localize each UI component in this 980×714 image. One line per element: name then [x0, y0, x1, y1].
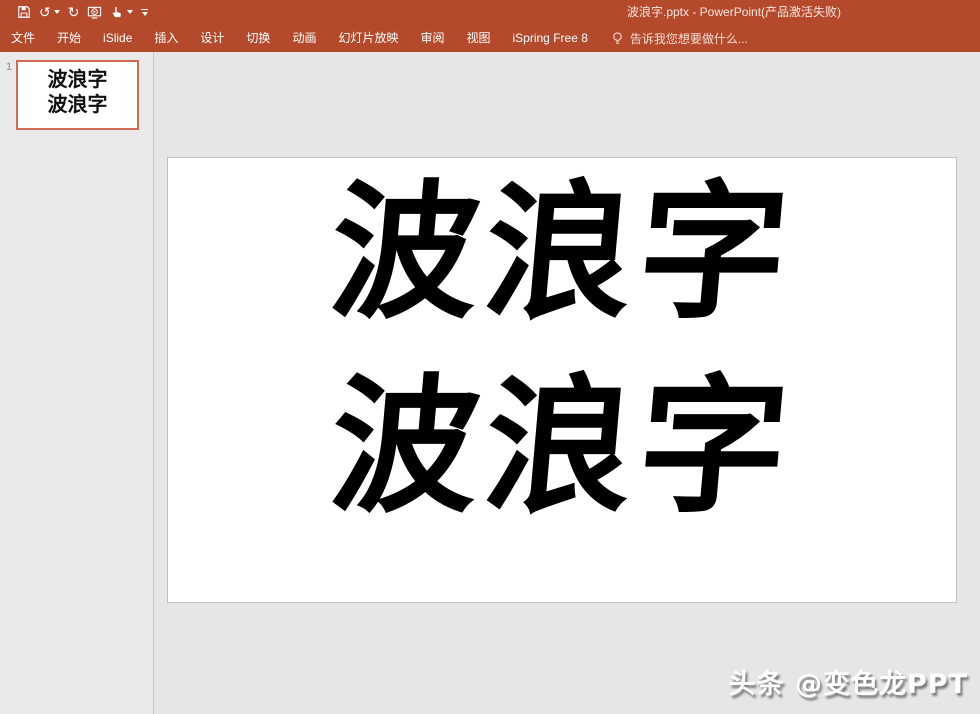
tell-me-label: 告诉我您想要做什么...: [630, 30, 748, 47]
powerpoint-window: ↺ ↻: [0, 0, 980, 714]
ribbon-tab[interactable]: 审阅: [409, 24, 455, 52]
thumbnail-text-line: 波浪字: [18, 92, 137, 117]
quick-access-toolbar: ↺ ↻: [0, 0, 152, 24]
customize-qat-icon: [141, 9, 148, 16]
ribbon-tab-bar: 文件开始iSlide插入设计切换动画幻灯片放映审阅视图iSpring Free …: [0, 24, 980, 52]
workspace: 1 波浪字 波浪字 波浪字 波浪字 头条 @变色龙PPT: [0, 52, 980, 714]
ribbon-tab[interactable]: 幻灯片放映: [327, 24, 409, 52]
ribbon-tab[interactable]: iSpring Free 8: [502, 24, 599, 52]
redo-button[interactable]: ↻: [64, 1, 84, 23]
ribbon-tab[interactable]: 动画: [281, 24, 327, 52]
thumbnail-text-line: 波浪字: [18, 67, 137, 92]
slide-canvas[interactable]: 波浪字 波浪字: [167, 157, 957, 603]
ribbon-tab[interactable]: 插入: [143, 24, 189, 52]
wordart-text-line-2[interactable]: 波浪字: [161, 370, 963, 525]
wordart-text-line-1[interactable]: 波浪字: [161, 176, 963, 331]
tell-me-box[interactable]: 告诉我您想要做什么...: [611, 30, 748, 47]
window-title: 波浪字.pptx - PowerPoint(产品激活失败): [627, 0, 841, 24]
redo-icon: ↻: [68, 1, 80, 23]
slide-number-label: 1: [6, 61, 12, 73]
slide-thumbnail-1[interactable]: 波浪字 波浪字: [16, 60, 139, 130]
save-button[interactable]: [13, 1, 35, 23]
touch-mode-dropdown-icon: [127, 10, 133, 14]
start-slideshow-icon: [87, 5, 102, 20]
undo-dropdown-icon: [54, 10, 60, 14]
ribbon-tab[interactable]: 文件: [0, 24, 46, 52]
undo-button[interactable]: ↺: [35, 1, 64, 23]
watermark-text: 头条 @变色龙PPT: [729, 662, 968, 701]
start-slideshow-button[interactable]: [83, 1, 106, 23]
ribbon-tab[interactable]: iSlide: [92, 24, 143, 52]
customize-qat-button[interactable]: [137, 1, 152, 23]
touch-mode-icon: [110, 5, 124, 19]
ribbon-tab[interactable]: 切换: [235, 24, 281, 52]
save-icon: [17, 5, 31, 19]
lightbulb-icon: [611, 31, 624, 46]
ribbon-tabs: 文件开始iSlide插入设计切换动画幻灯片放映审阅视图iSpring Free …: [0, 24, 599, 52]
slide-thumbnails-panel[interactable]: 1 波浪字 波浪字: [0, 52, 154, 714]
ribbon-tab[interactable]: 视图: [455, 24, 501, 52]
ribbon-tab[interactable]: 开始: [46, 24, 92, 52]
touch-mode-button[interactable]: [106, 1, 137, 23]
title-bar: ↺ ↻: [0, 0, 980, 24]
ribbon-tab[interactable]: 设计: [189, 24, 235, 52]
undo-icon: ↺: [39, 1, 51, 23]
